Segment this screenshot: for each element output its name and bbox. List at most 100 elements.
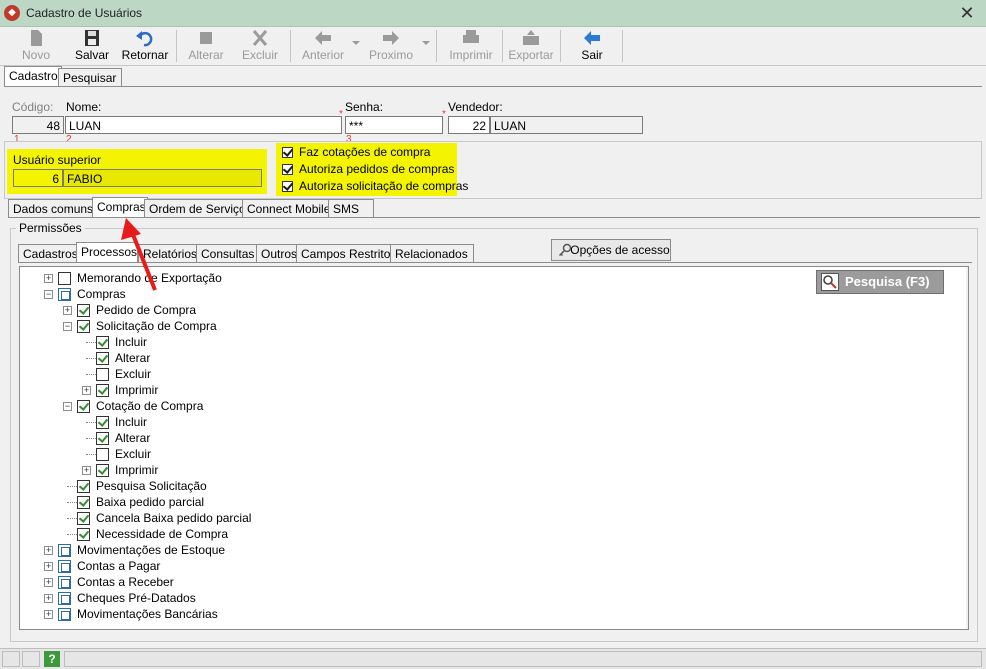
option-checkbox[interactable] xyxy=(282,147,293,158)
tab-ordem-servico[interactable]: Ordem de Serviço xyxy=(144,199,246,218)
tree-checkbox[interactable] xyxy=(96,448,109,461)
tree-item-label[interactable]: Imprimir xyxy=(115,462,158,478)
expand-icon[interactable]: + xyxy=(63,306,72,315)
expand-icon[interactable]: + xyxy=(44,610,53,619)
tab-relacionados[interactable]: Relacionados xyxy=(390,244,474,263)
collapse-icon[interactable]: − xyxy=(44,290,53,299)
tree-item-label[interactable]: Alterar xyxy=(115,430,150,446)
tree-item-label[interactable]: Cancela Baixa pedido parcial xyxy=(96,510,251,526)
option-checkbox[interactable] xyxy=(282,164,293,175)
help-icon[interactable]: ? xyxy=(44,651,60,667)
sair-button[interactable]: Sair xyxy=(570,29,614,63)
expand-icon[interactable]: + xyxy=(44,578,53,587)
tree-item-label[interactable]: Incluir xyxy=(115,334,147,350)
opcoes-acesso-button[interactable]: Opções de acesso xyxy=(551,239,671,261)
tree-checkbox[interactable] xyxy=(77,304,90,317)
tree-scrollbar[interactable]: ⌃ ⌄ xyxy=(966,267,969,629)
export-icon xyxy=(523,30,539,45)
permissoes-panel-border xyxy=(18,262,972,263)
tab-dados-comuns[interactable]: Dados comuns xyxy=(8,199,98,218)
expand-icon[interactable]: + xyxy=(44,274,53,283)
scroll-thumb[interactable] xyxy=(968,387,969,511)
tree-checkbox[interactable] xyxy=(96,464,109,477)
tree-item-label[interactable]: Pesquisa Solicitação xyxy=(96,478,207,494)
tree-item-label[interactable]: Solicitação de Compra xyxy=(96,318,217,334)
anterior-button[interactable]: Anterior xyxy=(298,29,348,63)
tree-checkbox[interactable] xyxy=(77,512,90,525)
tree-checkbox[interactable] xyxy=(58,608,71,621)
tab-consultas[interactable]: Consultas xyxy=(196,244,260,263)
tab-pesquisar[interactable]: Pesquisar xyxy=(58,68,122,87)
tree-item-label[interactable]: Cotação de Compra xyxy=(96,398,203,414)
tree-checkbox[interactable] xyxy=(96,384,109,397)
proximo-button[interactable]: Proximo xyxy=(366,29,416,63)
tree-item-label[interactable]: Pedido de Compra xyxy=(96,302,196,318)
section-panel-border xyxy=(8,217,980,218)
tab-connect-mobile[interactable]: Connect Mobile xyxy=(242,199,332,218)
retornar-button[interactable]: Retornar xyxy=(120,29,170,63)
option-checkbox[interactable] xyxy=(282,181,293,192)
collapse-icon[interactable]: − xyxy=(63,322,72,331)
tree-checkbox[interactable] xyxy=(77,320,90,333)
tree-checkbox[interactable] xyxy=(58,592,71,605)
expand-icon[interactable]: + xyxy=(44,594,53,603)
expand-icon[interactable]: + xyxy=(44,562,53,571)
anterior-dropdown-icon[interactable] xyxy=(352,41,360,45)
proximo-dropdown-icon[interactable] xyxy=(422,41,430,45)
salvar-button[interactable]: Salvar xyxy=(70,29,114,63)
tree-checkbox[interactable] xyxy=(96,432,109,445)
tree-item-label[interactable]: Movimentações de Estoque xyxy=(77,542,225,558)
tree-checkbox[interactable] xyxy=(96,368,109,381)
pesquisa-f3-button[interactable]: Pesquisa (F3) xyxy=(816,270,944,294)
tree-checkbox[interactable] xyxy=(77,528,90,541)
tree-checkbox[interactable] xyxy=(77,480,90,493)
expand-icon[interactable]: + xyxy=(82,386,91,395)
tree-checkbox[interactable] xyxy=(58,272,71,285)
imprimir-button[interactable]: Imprimir xyxy=(446,29,496,63)
tree-item-label[interactable]: Movimentações Bancárias xyxy=(77,606,218,622)
tree-checkbox[interactable] xyxy=(58,560,71,573)
tree-item-label[interactable]: Baixa pedido parcial xyxy=(96,494,204,510)
tab-cadastro[interactable]: Cadastro xyxy=(4,66,62,87)
tree-checkbox[interactable] xyxy=(77,400,90,413)
tree-item-label[interactable]: Contas a Pagar xyxy=(77,558,160,574)
tree-item-label[interactable]: Alterar xyxy=(115,350,150,366)
tab-campos-restritos[interactable]: Campos Restritos xyxy=(296,244,396,263)
tab-cadastros[interactable]: Cadastros xyxy=(18,244,80,263)
tree-checkbox[interactable] xyxy=(96,352,109,365)
expand-icon[interactable]: + xyxy=(82,466,91,475)
novo-button[interactable]: Novo xyxy=(14,29,58,63)
tree-item-label[interactable]: Cheques Pré-Datados xyxy=(77,590,196,606)
exportar-button[interactable]: Exportar xyxy=(506,29,556,63)
collapse-icon[interactable]: − xyxy=(63,402,72,411)
tree-checkbox[interactable] xyxy=(77,496,90,509)
tab-sms[interactable]: SMS xyxy=(328,199,374,218)
tab-processos[interactable]: Processos xyxy=(76,242,138,263)
tab-compras[interactable]: Compras xyxy=(92,197,148,218)
opcoes-acesso-label: Opções de acesso xyxy=(570,243,670,257)
superior-code-field[interactable]: 6 xyxy=(13,169,63,187)
tree-checkbox[interactable] xyxy=(58,576,71,589)
senha-field[interactable]: *** xyxy=(345,116,443,134)
close-button[interactable]: ✕ xyxy=(956,2,978,24)
tree-checkbox[interactable] xyxy=(58,544,71,557)
tree-item-label[interactable]: Necessidade de Compra xyxy=(96,526,228,542)
tree-item-label[interactable]: Memorando de Exportação xyxy=(77,270,222,286)
tree-item-label[interactable]: Compras xyxy=(77,286,126,302)
expand-icon[interactable]: + xyxy=(44,546,53,555)
permissions-tree[interactable]: + Memorando de Exportação − Compras + Pedido … xyxy=(19,266,969,630)
tree-item-label[interactable]: Contas a Receber xyxy=(77,574,174,590)
tree-item-label[interactable]: Excluir xyxy=(115,366,151,382)
excluir-button[interactable]: Excluir xyxy=(238,29,282,63)
tree-item-label[interactable]: Excluir xyxy=(115,446,151,462)
tree-item-label[interactable]: Imprimir xyxy=(115,382,158,398)
tree-checkbox[interactable] xyxy=(58,288,71,301)
nome-field[interactable]: LUAN xyxy=(65,116,342,134)
tab-outros[interactable]: Outros xyxy=(256,244,300,263)
alterar-button[interactable]: Alterar xyxy=(184,29,228,63)
tab-relatorios[interactable]: Relatórios xyxy=(138,244,204,263)
tree-checkbox[interactable] xyxy=(96,416,109,429)
vendedor-code-field[interactable]: 22 xyxy=(448,116,490,134)
tree-item-label[interactable]: Incluir xyxy=(115,414,147,430)
tree-checkbox[interactable] xyxy=(96,336,109,349)
